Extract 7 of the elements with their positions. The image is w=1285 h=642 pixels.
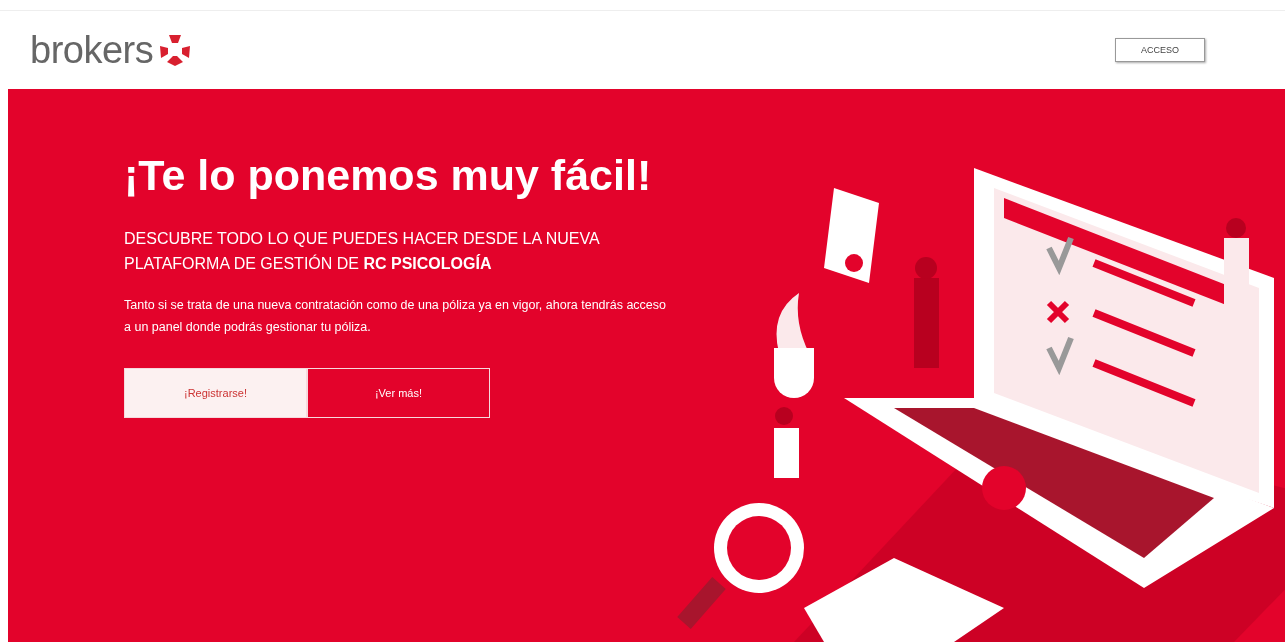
hero-title: ¡Te lo ponemos muy fácil! [124,151,653,200]
hero-description: Tanto si se trata de una nueva contratación como de una póliza ya en vigor, ahora tendrás acceso a un panel donde podrás gestionar tu póliza. [124,297,667,336]
more-button[interactable]: ¡Ver más! [307,368,490,418]
register-button[interactable]: ¡Registrarse! [124,368,307,418]
login-button[interactable]: ACCESO [1115,38,1205,62]
brand-logo: brokers [30,28,154,72]
hero-subtitle: DESCUBRE TODO LO QUE PUEDES HACER DESDE LA NUEVA PLATAFORMA DE GESTIÓN DE RC PSICOLOGÍA [124,229,601,274]
